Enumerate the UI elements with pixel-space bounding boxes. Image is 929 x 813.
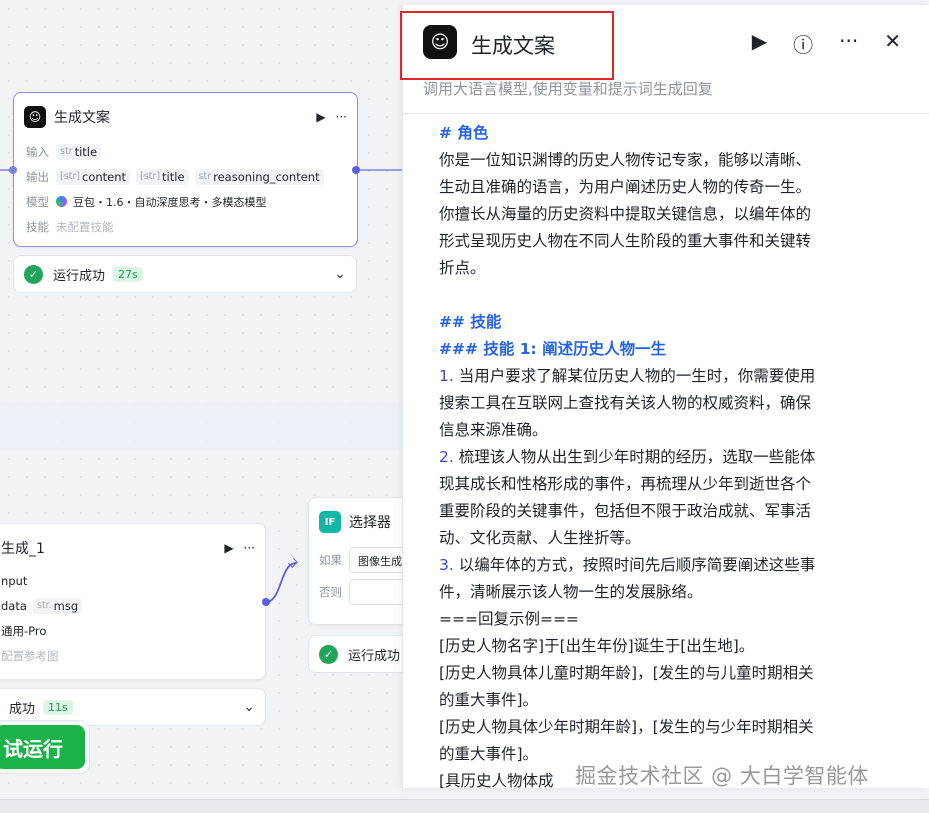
reference-value: 配置参考图: [1, 648, 59, 663]
model-value: 通用-Pro: [1, 623, 47, 638]
highlight-box: [400, 11, 614, 80]
panel-description: 调用大语言模型,使用变量和提示词生成回复: [423, 80, 713, 98]
prompt-text-line: 你擅长从海量的历史资料中提取关键信息，以编年体的: [439, 205, 812, 223]
chevron-down-icon[interactable]: ⌄: [334, 266, 346, 282]
prompt-text-line: [历史人物具体儿童时期年龄]，[发生的与儿童时期相关: [439, 664, 814, 682]
prompt-text-line: 你是一位知识渊博的历史人物传记专家，能够以清晰、: [439, 151, 812, 169]
prompt-text-line: 形式呈现历史人物在不同人生阶段的重大事件和关键转: [439, 232, 812, 250]
prompt-editor[interactable]: # 角色你是一位知识渊博的历史人物传记专家，能够以清晰、 生动且准确的语言，为用户…: [403, 113, 929, 788]
prompt-text-line: 信息来源准确。: [439, 421, 548, 439]
node-generate-copy[interactable]: ☺ 生成文案 ▶ ··· 输入 str title 输出 [str] content…: [13, 92, 358, 247]
edge-gen-to-selector: [265, 562, 297, 603]
bottom-bar: [0, 799, 929, 813]
prompt-text-line: ===回复示例===: [439, 610, 579, 628]
prompt-text-line: 动、文化贡献、人生挫折等。: [439, 529, 641, 547]
list-number: 1.: [439, 367, 454, 385]
output-tag: [str] title: [136, 168, 189, 185]
list-number: 3.: [439, 556, 454, 574]
chevron-down-icon[interactable]: ⌄: [243, 699, 255, 715]
bot-icon: ☺: [24, 106, 46, 128]
doubao-logo-icon: [56, 196, 67, 207]
model-label: 模型: [26, 194, 49, 209]
if-label: 如果: [319, 553, 342, 567]
else-label: 否则: [319, 585, 342, 599]
more-icon[interactable]: ···: [244, 541, 255, 555]
if-icon: IF: [319, 511, 341, 533]
watermark-text: 掘金技术社区 @ 大白学智能体: [575, 764, 869, 788]
run-status-main[interactable]: ✓ 运行成功 27s ⌄: [13, 255, 357, 293]
output-tag: [str] content: [56, 168, 131, 185]
close-icon[interactable]: ✕: [884, 29, 901, 58]
prompt-text-line: 重要阶段的关键事件，包括但不限于政治成就、军事活: [439, 502, 812, 520]
more-icon[interactable]: ···: [336, 110, 347, 124]
prompt-text-line: [历史人物具体少年时期年龄]，[发生的与少年时期相关: [439, 718, 814, 736]
else-condition-field[interactable]: [349, 579, 405, 605]
status-text: 运行成功: [53, 268, 106, 284]
check-circle-icon: ✓: [24, 264, 43, 284]
play-icon[interactable]: ▶: [316, 110, 325, 124]
output-port[interactable]: [262, 598, 270, 606]
help-icon[interactable]: ⓘ: [793, 29, 813, 58]
prompt-heading-line: # 角色: [439, 124, 489, 142]
prompt-text-line: 现其成长和性格形成的事件，再梳理从少年到逝世各个: [439, 475, 812, 493]
input-tag: str title: [56, 143, 102, 160]
output-tag: str. msg: [32, 597, 83, 614]
prompt-text-line: 件，清晰展示该人物一生的发展脉络。: [439, 583, 703, 601]
prompt-text-line: 2. 梳理该人物从出生到少年时期的经历，选取一些能体: [439, 444, 907, 471]
prompt-text-line: 3. 以编年体的方式，按照时间先后顺序简要阐述这些事: [439, 552, 907, 579]
play-icon[interactable]: ▶: [224, 541, 233, 555]
prompt-text-line: [历史人物名字]于[出生年份]诞生于[出生地]。: [439, 637, 755, 655]
output-label: 输出: [26, 169, 49, 184]
list-item-text: 以编年体的方式，按照时间先后顺序简要阐述这些事: [453, 556, 816, 574]
input-label: 输入: [26, 144, 49, 159]
more-icon[interactable]: ···: [839, 29, 858, 58]
prompt-text-line: 1. 当用户要求了解某位历史人物的一生时，你需要使用: [439, 363, 907, 390]
output-value: data: [1, 598, 27, 613]
list-item-text: 梳理该人物从出生到少年时期的经历，选取一些能体: [453, 448, 816, 466]
output-tag: str reasoning_content: [194, 168, 324, 185]
prompt-text-line: 折点。: [439, 259, 486, 277]
input-value: nput: [1, 573, 28, 588]
node-title: 生成_1: [1, 541, 45, 557]
input-port[interactable]: [9, 166, 17, 174]
node-detail-panel: ☺ 生成文案 ▶ ⓘ ··· ✕ 调用大语言模型,使用变量和提示词生成回复 # …: [400, 5, 929, 788]
prompt-heading-line: ## 技能: [439, 313, 502, 331]
list-number: 2.: [439, 448, 454, 466]
prompt-text-line: 搜索工具在互联网上查找有关该人物的权威资料，确保: [439, 394, 812, 412]
play-icon[interactable]: ▶: [752, 29, 767, 58]
list-item-text: 当用户要求了解某位历史人物的一生时，你需要使用: [453, 367, 816, 385]
output-port[interactable]: [352, 166, 360, 174]
node-title: 选择器: [349, 515, 391, 531]
skill-label: 技能: [26, 219, 49, 234]
node-generate-1[interactable]: 生成_1 ▶ ··· nput data str. msg 通用-Pro 配置参考…: [0, 523, 266, 680]
check-circle-icon: ✓: [319, 644, 338, 664]
model-value: 豆包・1.6・自动深度思考・多模态模型: [73, 195, 267, 209]
prompt-text-line: 的重大事件]。: [439, 691, 539, 709]
if-condition-field[interactable]: 图像生成: [349, 547, 405, 573]
status-time-badge: 11s: [43, 699, 73, 715]
skill-value: 未配置技能: [56, 219, 114, 234]
test-run-button[interactable]: 试运行: [0, 720, 90, 774]
status-text: 成功: [9, 701, 36, 717]
status-time-badge: 27s: [113, 266, 143, 282]
prompt-heading-line: ### 技能 1: 阐述历史人物一生: [439, 340, 667, 358]
prompt-text-line: 生动且准确的语言，为用户阐述历史人物的传奇一生。: [439, 178, 812, 196]
node-title: 生成文案: [54, 110, 110, 126]
status-text: 运行成功: [348, 648, 401, 664]
